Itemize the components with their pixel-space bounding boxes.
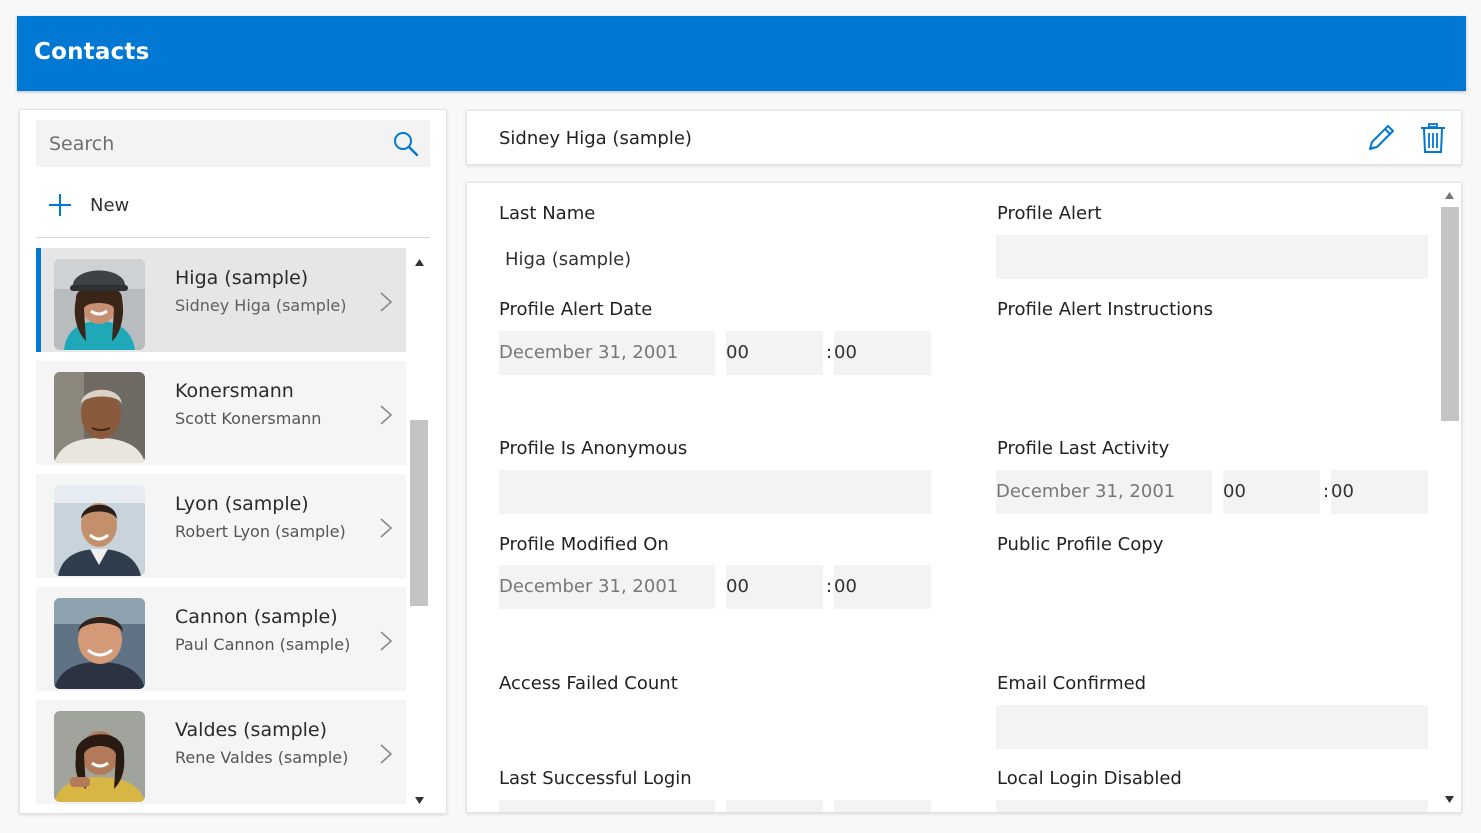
profile-modified-on-date-picker[interactable]: December 31, 2001 [499, 565, 715, 609]
profile-modified-on-label: Profile Modified On [499, 534, 669, 555]
time-separator: : [826, 576, 833, 597]
chevron-right-icon [380, 292, 393, 312]
public-profile-copy-label: Public Profile Copy [997, 534, 1164, 555]
contact-list-panel: New Higa (sample) Sidney Higa (sample) [19, 109, 447, 814]
contact-full-name: Sidney Higa (sample) [175, 296, 347, 315]
profile-alert-instructions-label: Profile Alert Instructions [997, 299, 1213, 320]
app-title: Contacts [34, 39, 150, 65]
plus-icon [49, 194, 71, 216]
profile-alert-field[interactable] [996, 235, 1428, 279]
profile-modified-on-hour[interactable]: 00 [726, 565, 823, 609]
contact-item[interactable]: Lyon (sample) Robert Lyon (sample) [36, 474, 406, 578]
date-value: December 31, 2001 [996, 481, 1176, 502]
local-login-disabled-field[interactable] [996, 800, 1428, 812]
local-login-disabled-label: Local Login Disabled [997, 768, 1182, 789]
last-successful-login-hour[interactable] [726, 800, 823, 812]
last-name-label: Last Name [499, 203, 596, 224]
minute-value: 00 [834, 342, 857, 363]
trash-icon[interactable] [1420, 123, 1446, 153]
email-confirmed-field[interactable] [996, 705, 1428, 749]
profile-alert-date-label: Profile Alert Date [499, 299, 653, 320]
contact-form: Last Name Higa (sample) Profile Alert Pr… [466, 182, 1462, 813]
chevron-right-icon [380, 631, 393, 651]
hour-value: 00 [726, 576, 749, 597]
scroll-down-icon[interactable] [1444, 795, 1455, 804]
search-box [36, 120, 430, 167]
profile-is-anonymous-label: Profile Is Anonymous [499, 438, 688, 459]
app-header: Contacts [17, 16, 1466, 91]
scroll-up-icon[interactable] [414, 258, 425, 267]
hour-value: 00 [726, 342, 749, 363]
avatar [54, 711, 145, 802]
contact-name: Cannon (sample) [175, 606, 338, 628]
contact-name: Valdes (sample) [175, 719, 328, 741]
contact-item[interactable]: Higa (sample) Sidney Higa (sample) [36, 248, 406, 352]
profile-last-activity-minute[interactable]: 00 [1331, 470, 1428, 514]
detail-header: Sidney Higa (sample) [466, 110, 1462, 165]
pencil-icon[interactable] [1365, 122, 1397, 154]
scroll-up-icon[interactable] [1444, 191, 1455, 200]
avatar [54, 598, 145, 689]
contact-list: Higa (sample) Sidney Higa (sample) Koner… [36, 248, 406, 808]
avatar [54, 485, 145, 576]
profile-modified-on-minute[interactable]: 00 [834, 565, 931, 609]
date-value: December 31, 2001 [499, 342, 679, 363]
last-successful-login-minute[interactable] [834, 800, 931, 812]
last-successful-login-date-picker[interactable] [499, 800, 715, 812]
profile-last-activity-hour[interactable]: 00 [1223, 470, 1320, 514]
profile-alert-hour[interactable]: 00 [726, 331, 823, 375]
profile-alert-minute[interactable]: 00 [834, 331, 931, 375]
profile-last-activity-label: Profile Last Activity [997, 438, 1170, 459]
chevron-right-icon [380, 405, 393, 425]
contact-item[interactable]: Valdes (sample) Rene Valdes (sample) [36, 700, 406, 804]
profile-alert-label: Profile Alert [997, 203, 1102, 224]
minute-value: 00 [834, 576, 857, 597]
chevron-right-icon [380, 744, 393, 764]
scroll-down-icon[interactable] [414, 796, 425, 805]
last-successful-login-label: Last Successful Login [499, 768, 692, 789]
list-scrollbar[interactable] [409, 250, 430, 810]
hour-value: 00 [1223, 481, 1246, 502]
minute-value: 00 [1331, 481, 1354, 502]
divider [36, 237, 430, 238]
profile-is-anonymous-field[interactable] [499, 470, 931, 514]
contact-name: Konersmann [175, 380, 294, 402]
time-separator: : [826, 342, 833, 363]
contact-full-name: Robert Lyon (sample) [175, 522, 346, 541]
chevron-right-icon [380, 518, 393, 538]
search-input[interactable] [36, 120, 386, 167]
scrollbar-thumb[interactable] [410, 420, 428, 606]
email-confirmed-label: Email Confirmed [997, 673, 1147, 694]
avatar [54, 259, 145, 350]
time-separator: : [1323, 481, 1330, 502]
access-failed-count-label: Access Failed Count [499, 673, 678, 694]
contact-name: Lyon (sample) [175, 493, 309, 515]
avatar [54, 372, 145, 463]
date-value: December 31, 2001 [499, 576, 679, 597]
profile-alert-date-picker[interactable]: December 31, 2001 [499, 331, 715, 375]
form-scrollbar[interactable] [1439, 185, 1461, 812]
last-name-value[interactable]: Higa (sample) [505, 249, 631, 270]
new-button-label: New [90, 194, 130, 216]
contact-name: Higa (sample) [175, 267, 309, 289]
contact-full-name: Scott Konersmann [175, 409, 322, 428]
contact-item[interactable]: Cannon (sample) Paul Cannon (sample) [36, 587, 406, 691]
new-button[interactable]: New [48, 190, 129, 220]
contact-item[interactable]: Konersmann Scott Konersmann [36, 361, 406, 465]
profile-last-activity-date-picker[interactable]: December 31, 2001 [996, 470, 1212, 514]
detail-title: Sidney Higa (sample) [499, 128, 692, 149]
contact-full-name: Rene Valdes (sample) [175, 748, 349, 767]
contact-full-name: Paul Cannon (sample) [175, 635, 351, 654]
scrollbar-thumb[interactable] [1441, 207, 1459, 421]
search-icon[interactable] [392, 130, 420, 158]
